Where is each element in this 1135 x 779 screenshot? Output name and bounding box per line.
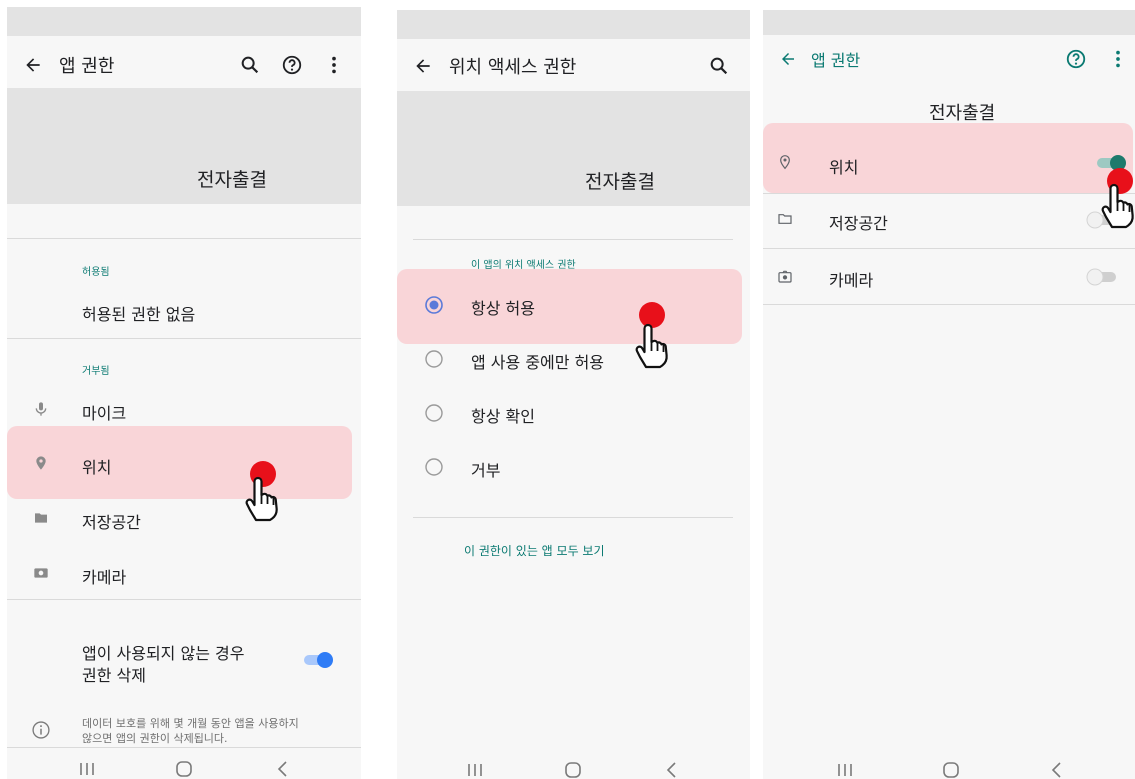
divider xyxy=(413,517,733,518)
option-ask-every-time[interactable]: 항상 확인 xyxy=(471,403,535,427)
radio-always-allow[interactable] xyxy=(424,295,444,315)
option-while-using[interactable]: 앱 사용 중에만 허용 xyxy=(471,349,604,373)
divider xyxy=(413,239,733,240)
allowed-section-header: 허용됨 xyxy=(82,267,110,278)
permission-item-location[interactable]: 위치 xyxy=(829,154,858,178)
divider xyxy=(7,747,361,748)
option-always-allow[interactable]: 항상 허용 xyxy=(471,295,535,319)
back-nav-icon[interactable] xyxy=(662,760,682,779)
permission-item-camera[interactable]: 카메라 xyxy=(82,564,126,588)
info-text-line2: 않으면 앱의 권한이 삭제됩니다. xyxy=(82,732,228,745)
back-nav-icon[interactable] xyxy=(273,759,293,779)
radio-while-using[interactable] xyxy=(424,349,444,369)
folder-outline-icon xyxy=(778,214,792,224)
auto-remove-toggle[interactable] xyxy=(303,651,335,669)
system-nav-bar xyxy=(397,750,750,779)
app-name: 전자출결 xyxy=(197,169,267,191)
camera-toggle[interactable] xyxy=(1086,268,1118,286)
recent-apps-icon[interactable] xyxy=(835,760,855,779)
app-name: 전자출결 xyxy=(585,171,655,193)
permission-item-microphone[interactable]: 마이크 xyxy=(82,400,126,424)
permission-item-storage[interactable]: 저장공간 xyxy=(829,210,888,234)
app-bar: 위치 액세스 권한 xyxy=(397,39,750,92)
more-options-icon[interactable] xyxy=(323,54,345,76)
app-permissions-screen: 앱 권한 전자출결 허용됨 허용된 권한 없음 거부됨 마이크 위치 저장공간 … xyxy=(7,7,361,779)
divider xyxy=(763,248,1135,249)
home-icon[interactable] xyxy=(563,760,583,779)
app-permissions-compact-screen: 앱 권한 전자출결 위치 저장공간 카메라 xyxy=(763,10,1135,779)
permission-item-location[interactable]: 위치 xyxy=(82,454,111,478)
home-icon[interactable] xyxy=(174,759,194,779)
help-icon[interactable] xyxy=(1065,48,1087,70)
auto-remove-label-line1: 앱이 사용되지 않는 경우 xyxy=(82,644,245,663)
hand-pointer-icon xyxy=(635,323,668,369)
home-icon[interactable] xyxy=(941,760,961,779)
radio-ask-every-time[interactable] xyxy=(424,403,444,423)
auto-remove-label-line2: 권한 삭제 xyxy=(82,666,146,685)
location-pin-outline-icon xyxy=(780,155,790,170)
status-bar xyxy=(397,10,750,39)
back-arrow-icon[interactable] xyxy=(23,55,43,75)
location-pin-icon xyxy=(36,456,46,470)
tap-highlight xyxy=(7,426,352,499)
divider xyxy=(7,599,361,600)
page-title: 위치 액세스 권한 xyxy=(449,56,577,78)
recent-apps-icon[interactable] xyxy=(465,760,485,779)
camera-outline-icon xyxy=(778,270,792,283)
back-arrow-icon[interactable] xyxy=(779,50,797,68)
page-title: 앱 권한 xyxy=(811,50,861,70)
app-name: 전자출결 xyxy=(929,103,996,124)
system-nav-bar xyxy=(763,750,1135,779)
recent-apps-icon[interactable] xyxy=(77,759,97,779)
divider xyxy=(763,304,1135,305)
info-text-line1: 데이터 보호를 위해 몇 개월 동안 앱을 사용하지 xyxy=(82,717,299,730)
more-options-icon[interactable] xyxy=(1107,48,1129,70)
permission-item-camera[interactable]: 카메라 xyxy=(829,267,873,291)
help-icon[interactable] xyxy=(281,54,303,76)
app-header-banner: 전자출결 xyxy=(7,88,361,204)
hand-pointer-icon xyxy=(245,476,278,522)
tap-highlight xyxy=(763,123,1133,193)
app-bar: 앱 권한 xyxy=(7,36,361,93)
app-bar: 앱 권한 xyxy=(763,35,1135,82)
search-icon[interactable] xyxy=(239,54,261,76)
option-deny[interactable]: 거부 xyxy=(471,457,500,481)
status-bar xyxy=(763,10,1135,35)
back-arrow-icon[interactable] xyxy=(413,56,433,76)
page-title: 앱 권한 xyxy=(59,55,115,77)
search-icon[interactable] xyxy=(708,55,730,77)
system-nav-bar xyxy=(7,749,361,779)
status-bar xyxy=(7,7,361,36)
denied-section-header: 거부됨 xyxy=(82,366,110,377)
divider xyxy=(763,193,1135,194)
permission-item-storage[interactable]: 저장공간 xyxy=(82,509,141,533)
location-access-screen: 위치 액세스 권한 전자출결 이 앱의 위치 액세스 권한 항상 허용 앱 사용… xyxy=(397,10,750,779)
mic-icon xyxy=(35,402,47,416)
allowed-empty-text: 허용된 권한 없음 xyxy=(82,305,196,324)
hand-pointer-icon xyxy=(1101,183,1134,229)
back-nav-icon[interactable] xyxy=(1047,760,1067,779)
info-icon xyxy=(32,721,50,739)
divider xyxy=(7,338,361,339)
radio-deny[interactable] xyxy=(424,457,444,477)
app-header-banner: 전자출결 xyxy=(397,91,750,206)
tap-highlight xyxy=(397,269,742,344)
see-all-apps-link[interactable]: 이 권한이 있는 앱 모두 보기 xyxy=(464,542,605,559)
divider xyxy=(7,238,361,239)
camera-icon xyxy=(34,568,48,578)
folder-icon xyxy=(35,513,47,523)
